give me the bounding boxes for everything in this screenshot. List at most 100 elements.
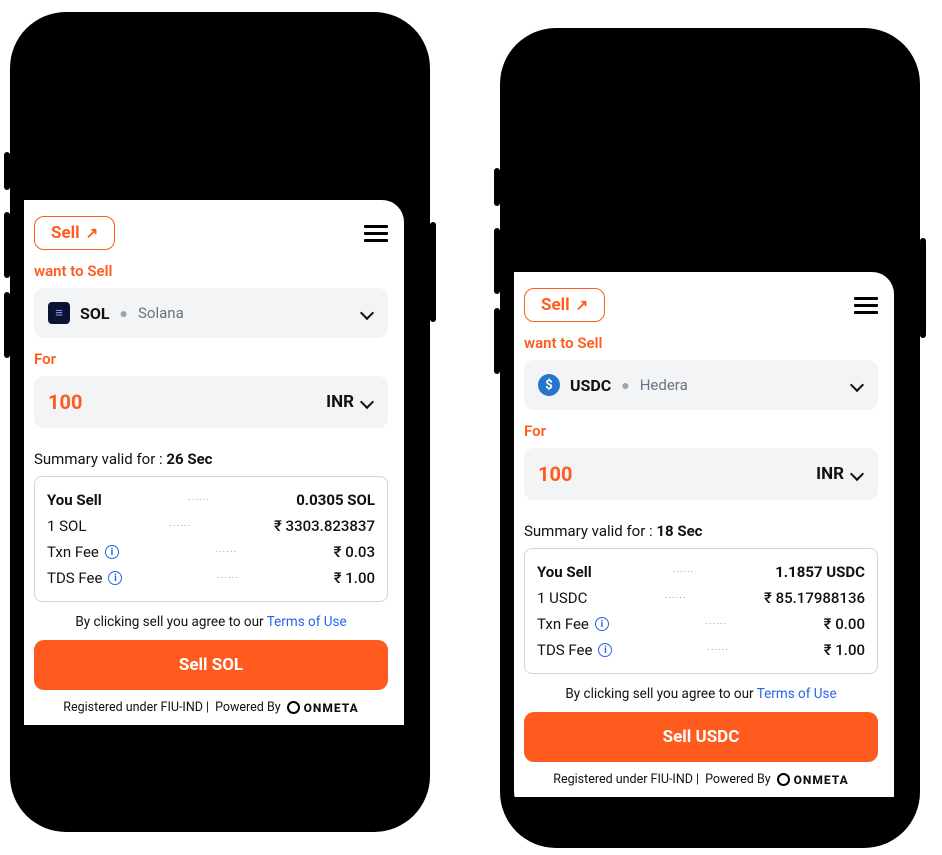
terms-link[interactable]: Terms of Use xyxy=(267,614,347,630)
summary-seconds: 18 Sec xyxy=(656,522,702,540)
arrow-ne-icon: ↗ xyxy=(86,224,99,242)
amount-row: 100 INR xyxy=(34,376,388,428)
rate-value: ₹ 3303.823837 xyxy=(274,517,375,535)
phone-side-button xyxy=(430,222,436,322)
want-to-sell-label: want to Sell xyxy=(524,334,878,352)
onmeta-ring-icon xyxy=(287,701,300,714)
dots: ······ xyxy=(705,619,727,630)
dots: ······ xyxy=(169,521,191,532)
onmeta-logo: ONMETA xyxy=(287,701,359,715)
token-selector[interactable]: USDC ● Hedera xyxy=(524,360,878,410)
chevron-down-icon xyxy=(360,395,374,409)
phone-screen: Sell ↗ want to Sell SOL ● Solana For xyxy=(24,26,416,818)
amount-input[interactable]: 100 xyxy=(538,462,572,486)
dots: ······ xyxy=(188,495,210,506)
footer-powered: Powered By xyxy=(215,700,281,715)
arrow-ne-icon: ↗ xyxy=(576,296,589,314)
onmeta-brand-text: ONMETA xyxy=(304,701,359,715)
chevron-down-icon xyxy=(360,306,374,320)
terms-text: By clicking sell you agree to our Terms … xyxy=(34,614,388,630)
rate-label: 1 SOL xyxy=(47,517,86,535)
for-label: For xyxy=(34,350,388,368)
sell-card: Sell ↗ want to Sell SOL ● Solana For xyxy=(24,200,404,725)
sell-tab[interactable]: Sell ↗ xyxy=(34,216,115,250)
sell-tab[interactable]: Sell ↗ xyxy=(524,288,605,322)
onmeta-logo: ONMETA xyxy=(777,773,849,787)
terms-prefix: By clicking sell you agree to our xyxy=(565,686,756,702)
dots: ······ xyxy=(673,567,695,578)
chevron-down-icon xyxy=(850,467,864,481)
sell-tab-label: Sell xyxy=(541,295,570,315)
txn-fee-label: Txn Fee i xyxy=(47,543,119,561)
phone-screen: Sell ↗ want to Sell USDC ● Hedera For xyxy=(514,42,906,834)
phone-side-button xyxy=(494,308,500,374)
phone-side-button xyxy=(494,228,500,294)
tds-fee-value: ₹ 1.00 xyxy=(824,641,865,659)
currency-label: INR xyxy=(816,464,844,484)
menu-icon[interactable] xyxy=(854,297,878,314)
rate-label: 1 USDC xyxy=(537,589,587,607)
menu-icon[interactable] xyxy=(364,225,388,242)
summary-seconds: 26 Sec xyxy=(166,450,212,468)
dot-separator: ● xyxy=(621,377,629,394)
token-chain: Solana xyxy=(138,304,184,322)
you-sell-value: 0.0305 SOL xyxy=(296,491,375,509)
info-icon[interactable]: i xyxy=(108,571,122,585)
usdc-icon xyxy=(538,374,560,396)
want-to-sell-label: want to Sell xyxy=(34,262,388,280)
txn-fee-text: Txn Fee xyxy=(47,543,99,561)
onmeta-ring-icon xyxy=(777,773,790,786)
txn-fee-value: ₹ 0.03 xyxy=(334,543,375,561)
token-chain: Hedera xyxy=(640,376,688,394)
currency-label: INR xyxy=(326,392,354,412)
footer-powered: Powered By xyxy=(705,772,771,787)
dots: ······ xyxy=(215,547,237,558)
chevron-down-icon xyxy=(850,378,864,392)
txn-fee-label: Txn Fee i xyxy=(537,615,609,633)
info-icon[interactable]: i xyxy=(595,617,609,631)
token-symbol: SOL xyxy=(80,304,110,323)
summary-prefix: Summary valid for : xyxy=(34,450,166,468)
footer: Registered under FIU-IND | Powered By ON… xyxy=(34,700,388,715)
info-icon[interactable]: i xyxy=(105,545,119,559)
terms-prefix: By clicking sell you agree to our xyxy=(75,614,266,630)
tds-fee-label: TDS Fee i xyxy=(47,569,122,587)
phone-side-button xyxy=(494,168,500,206)
dots: ······ xyxy=(665,593,687,604)
onmeta-brand-text: ONMETA xyxy=(794,773,849,787)
you-sell-value: 1.1857 USDC xyxy=(775,563,865,581)
footer: Registered under FIU-IND | Powered By ON… xyxy=(524,772,878,787)
summary-valid-text: Summary valid for : 26 Sec xyxy=(34,450,388,468)
token-selector[interactable]: SOL ● Solana xyxy=(34,288,388,338)
sell-button[interactable]: Sell SOL xyxy=(34,640,388,690)
for-label: For xyxy=(524,422,878,440)
sell-button[interactable]: Sell USDC xyxy=(524,712,878,762)
terms-text: By clicking sell you agree to our Terms … xyxy=(524,686,878,702)
token-symbol: USDC xyxy=(570,376,611,395)
you-sell-label: You Sell xyxy=(47,491,102,509)
currency-selector[interactable]: INR xyxy=(326,392,374,412)
phone-side-button xyxy=(4,292,10,358)
tds-fee-value: ₹ 1.00 xyxy=(334,569,375,587)
tds-fee-text: TDS Fee xyxy=(537,641,592,659)
sell-tab-label: Sell xyxy=(51,223,80,243)
phone-side-button xyxy=(920,238,926,338)
amount-input[interactable]: 100 xyxy=(48,390,82,414)
summary-box: You Sell ······ 0.0305 SOL 1 SOL ······ … xyxy=(34,476,388,602)
dot-separator: ● xyxy=(120,305,128,322)
phone-side-button xyxy=(4,152,10,190)
summary-valid-text: Summary valid for : 18 Sec xyxy=(524,522,878,540)
tds-fee-label: TDS Fee i xyxy=(537,641,612,659)
sell-card: Sell ↗ want to Sell USDC ● Hedera For xyxy=(514,272,894,797)
currency-selector[interactable]: INR xyxy=(816,464,864,484)
tds-fee-text: TDS Fee xyxy=(47,569,102,587)
sol-icon xyxy=(48,302,70,324)
phone-side-button xyxy=(4,212,10,278)
terms-link[interactable]: Terms of Use xyxy=(757,686,837,702)
rate-value: ₹ 85.17988136 xyxy=(764,589,865,607)
footer-registered: Registered under FIU-IND | xyxy=(553,772,699,787)
dots: ······ xyxy=(217,573,239,584)
footer-registered: Registered under FIU-IND | xyxy=(63,700,209,715)
info-icon[interactable]: i xyxy=(598,643,612,657)
phone-frame: Sell ↗ want to Sell USDC ● Hedera For xyxy=(500,28,920,848)
